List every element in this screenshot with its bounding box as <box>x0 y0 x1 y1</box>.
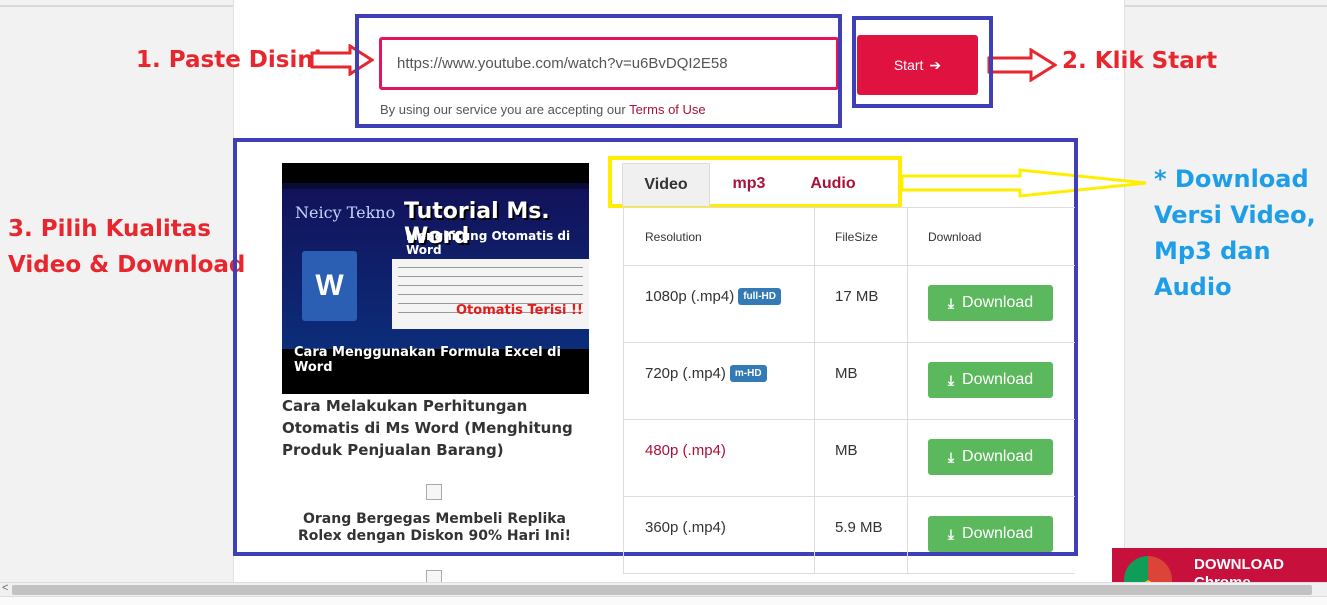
annotation-step3-line1: 3. Pilih Kualitas <box>8 216 211 242</box>
format-tabs: Video mp3 Audio <box>622 163 878 206</box>
annotation-note-line3: Mp3 dan <box>1154 237 1271 265</box>
scrollbar-thumb[interactable] <box>12 585 1312 595</box>
horizontal-scrollbar[interactable]: < <box>0 582 1327 597</box>
header-download: Download <box>907 208 1075 265</box>
resolution-cell: 720p (.mp4) m-HD <box>623 343 814 419</box>
resolution-cell: 480p (.mp4) <box>623 420 814 496</box>
download-icon: ⤓ <box>947 294 955 311</box>
video-thumbnail: Neicy Tekno Tutorial Ms. Word Menghitung… <box>282 163 589 394</box>
quality-badge: full-HD <box>738 288 781 305</box>
highlight-box-url <box>355 14 842 128</box>
table-row: 1080p (.mp4) full-HD 17 MB ⤓ Download <box>623 266 1075 343</box>
tab-audio[interactable]: Audio <box>788 163 878 205</box>
filesize-cell: 17 MB <box>814 266 907 342</box>
chrome-banner-line1: DOWNLOAD <box>1194 556 1284 573</box>
thumbnail-subtitle: Menghitung Otomatis di Word <box>406 229 571 257</box>
download-cell: ⤓ Download <box>907 343 1075 419</box>
download-button[interactable]: ⤓ Download <box>928 362 1053 398</box>
header-resolution: Resolution <box>623 208 814 265</box>
download-icon: ⤓ <box>947 371 955 388</box>
annotation-note-line1: * Download <box>1154 165 1309 193</box>
thumbnail-badge: Otomatis Terisi !! <box>456 303 583 318</box>
download-table: Resolution FileSize Download 1080p (.mp4… <box>623 207 1075 574</box>
download-button[interactable]: ⤓ Download <box>928 516 1053 552</box>
download-cell: ⤓ Download <box>907 497 1075 573</box>
word-logo-icon: W <box>302 251 357 321</box>
resolution-cell: 360p (.mp4) <box>623 497 814 573</box>
filesize-cell: MB <box>814 420 907 496</box>
download-button[interactable]: ⤓ Download <box>928 285 1053 321</box>
annotation-step2: 2. Klik Start <box>1062 48 1218 74</box>
download-icon: ⤓ <box>947 525 955 542</box>
download-cell: ⤓ Download <box>907 266 1075 342</box>
download-label: Download <box>962 525 1034 542</box>
download-button[interactable]: ⤓ Download <box>928 439 1053 475</box>
resolution-text: 1080p (.mp4) <box>645 288 735 305</box>
annotation-note-line4: Audio <box>1154 273 1232 301</box>
arrow-right-icon <box>987 48 1057 82</box>
annotation-step1: 1. Paste Disini <box>136 47 322 73</box>
header-filesize: FileSize <box>814 208 907 265</box>
annotation-note-line2: Versi Video, <box>1154 201 1316 229</box>
thumbnail-caption: Cara Menggunakan Formula Excel di Word <box>294 345 561 375</box>
table-header-row: Resolution FileSize Download <box>623 208 1075 266</box>
table-row: 480p (.mp4) MB ⤓ Download <box>623 420 1075 497</box>
tab-mp3[interactable]: mp3 <box>710 163 788 205</box>
annotation-step3-line2: Video & Download <box>8 252 246 278</box>
broken-image-icon <box>426 484 442 500</box>
resolution-text: 720p (.mp4) <box>645 365 726 382</box>
ad-text[interactable]: Orang Bergegas Membeli Replika Rolex den… <box>282 511 587 545</box>
download-cell: ⤓ Download <box>907 420 1075 496</box>
table-row: 720p (.mp4) m-HD MB ⤓ Download <box>623 343 1075 420</box>
filesize-cell: 5.9 MB <box>814 497 907 573</box>
resolution-text: 360p (.mp4) <box>645 519 726 536</box>
filesize-cell: MB <box>814 343 907 419</box>
download-label: Download <box>962 371 1034 388</box>
download-icon: ⤓ <box>947 448 955 465</box>
resolution-text: 480p (.mp4) <box>645 442 726 459</box>
resolution-cell: 1080p (.mp4) full-HD <box>623 266 814 342</box>
highlight-box-start <box>852 16 993 108</box>
tab-video[interactable]: Video <box>622 163 710 206</box>
download-label: Download <box>962 448 1034 465</box>
quality-badge: m-HD <box>729 365 767 382</box>
scroll-left-icon[interactable]: < <box>2 582 8 594</box>
thumbnail-table-graphic <box>392 259 589 329</box>
video-title: Cara Melakukan Perhitungan Otomatis di M… <box>282 397 573 459</box>
download-label: Download <box>962 294 1034 311</box>
thumbnail-brand: Neicy Tekno <box>295 203 396 222</box>
table-row: 360p (.mp4) 5.9 MB ⤓ Download <box>623 497 1075 574</box>
